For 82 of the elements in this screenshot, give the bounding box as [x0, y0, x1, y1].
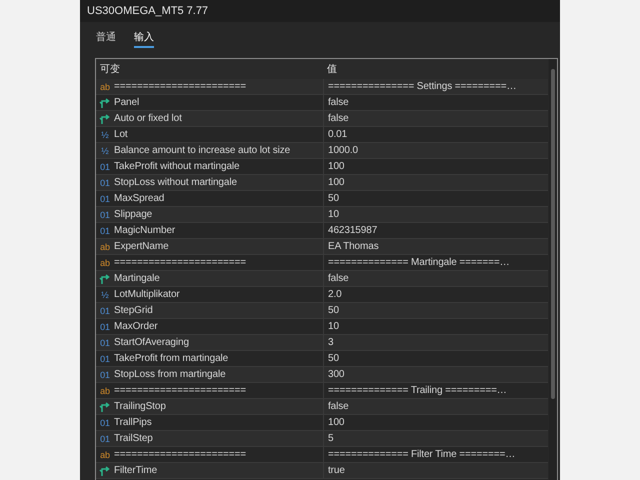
parameter-name: Auto or fixed lot: [114, 112, 182, 126]
parameter-name: TrallPips: [114, 416, 152, 430]
type-icon: ab: [99, 448, 111, 460]
parameter-value: false: [328, 96, 349, 110]
parameter-name: =======================: [114, 384, 246, 398]
parameter-name: Lot: [114, 128, 128, 142]
parameter-value: ============== Filter Time ========…: [328, 448, 516, 462]
parameter-value: ============== Martingale =======…: [328, 256, 510, 270]
parameter-value: 1000.0: [328, 144, 358, 158]
parameter-name: TakeProfit from martingale: [114, 352, 228, 366]
parameter-name: StepGrid: [114, 304, 153, 318]
type-icon: ½: [99, 128, 111, 140]
parameter-value: 300: [328, 368, 344, 382]
parameter-value: 50: [328, 352, 339, 366]
type-icon: 01: [99, 352, 111, 364]
column-header: 可变: [99, 62, 121, 77]
bool-arrow-icon: [99, 112, 111, 124]
parameter-value: false: [328, 400, 349, 414]
parameter-value: 100: [328, 160, 344, 174]
parameter-value: EA Thomas: [328, 240, 379, 254]
parameter-name: FilterTime: [114, 464, 158, 478]
type-icon: 01: [99, 224, 111, 236]
parameter-name: Panel: [114, 96, 140, 110]
parameter-name: TakeProfit without martingale: [114, 160, 240, 174]
type-icon: ½: [99, 288, 111, 300]
bool-arrow-icon: [99, 400, 111, 412]
parameter-name: =======================: [114, 448, 246, 462]
parameter-value: 3: [328, 336, 334, 350]
bool-arrow-icon: [99, 272, 111, 284]
parameter-value: true: [328, 464, 345, 478]
type-icon: 01: [99, 368, 111, 380]
parameter-name: =======================: [114, 256, 246, 270]
type-icon: ab: [99, 240, 111, 252]
type-icon: ab: [99, 80, 111, 92]
parameter-value: false: [328, 272, 349, 286]
parameter-value: 50: [328, 192, 339, 206]
type-icon: 01: [99, 320, 111, 332]
parameter-name: Balance amount to increase auto lot size: [114, 144, 290, 158]
window-title: US30OMEGA_MT5 7.77: [87, 5, 208, 17]
type-icon: 01: [99, 416, 111, 428]
type-icon: 01: [99, 176, 111, 188]
parameter-name: Slippage: [114, 208, 152, 222]
type-icon: 01: [99, 208, 111, 220]
parameter-value: 100: [328, 416, 344, 430]
parameter-name: ExpertName: [114, 240, 169, 254]
parameter-value: 5: [328, 432, 334, 446]
scrollbar-thumb[interactable]: [551, 69, 555, 399]
type-icon: ab: [99, 256, 111, 268]
parameter-name: StopLoss from martingale: [114, 368, 226, 382]
parameter-value: false: [328, 112, 349, 126]
parameter-value: 10: [328, 320, 339, 334]
parameter-value: 50: [328, 304, 339, 318]
tab[interactable]: 普通: [96, 30, 116, 48]
parameter-name: TrailingStop: [114, 400, 166, 414]
bool-arrow-icon: [99, 96, 111, 108]
parameter-name: MaxSpread: [114, 192, 164, 206]
parameter-name: Martingale: [114, 272, 160, 286]
type-icon: 01: [99, 432, 111, 444]
type-icon: ½: [99, 144, 111, 156]
parameter-name: MaxOrder: [114, 320, 158, 334]
type-icon: ab: [99, 384, 111, 396]
tab[interactable]: 输入: [134, 30, 154, 48]
parameter-name: StopLoss without martingale: [114, 176, 237, 190]
type-icon: 01: [99, 304, 111, 316]
parameter-name: =======================: [114, 80, 246, 94]
scrollbar[interactable]: [549, 59, 557, 480]
parameter-name: MagicNumber: [114, 224, 176, 238]
type-icon: 01: [99, 160, 111, 172]
parameter-value: 462315987: [328, 224, 378, 238]
parameter-value: 10: [328, 208, 339, 222]
parameter-value: 2.0: [328, 288, 342, 302]
parameter-value: =============== Settings =========…: [328, 80, 516, 94]
parameter-name: TrailStep: [114, 432, 153, 446]
bool-arrow-icon: [99, 464, 111, 476]
parameter-name: StartOfAveraging: [114, 336, 189, 350]
type-icon: 01: [99, 336, 111, 348]
parameter-value: 0.01: [328, 128, 348, 142]
column-header: 值: [326, 63, 338, 77]
parameter-value: ============== Trailing =========…: [328, 384, 507, 398]
parameter-value: 100: [328, 176, 344, 190]
type-icon: 01: [99, 192, 111, 204]
parameter-name: LotMultiplikator: [114, 288, 180, 302]
